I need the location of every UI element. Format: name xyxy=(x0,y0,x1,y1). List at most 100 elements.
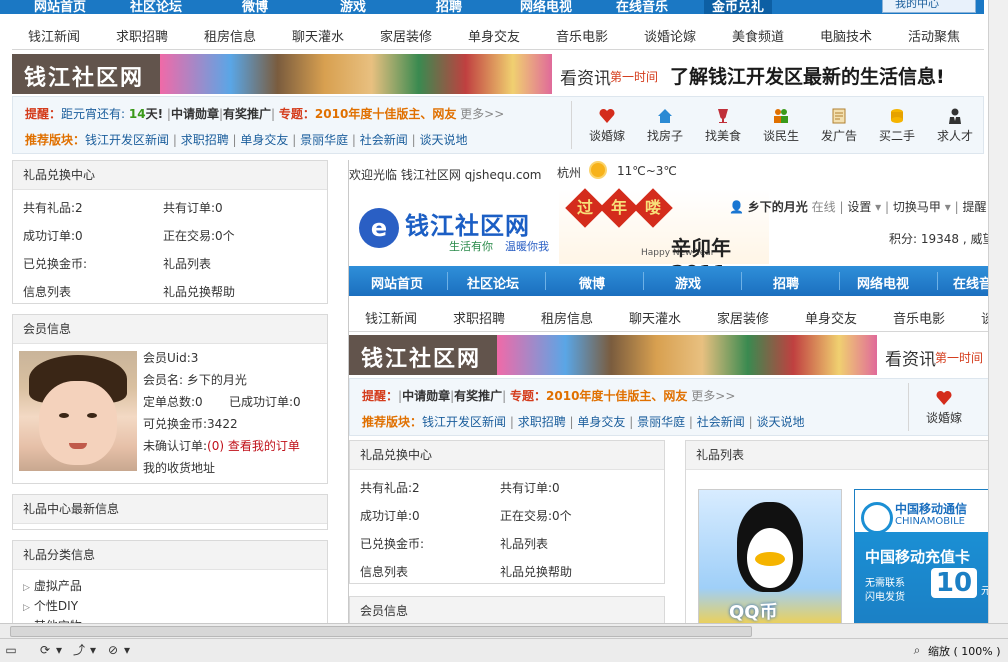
inner-subnav-movies[interactable]: 音乐电影 xyxy=(893,308,945,327)
subnav-jobs[interactable]: 求职招聘 xyxy=(116,26,168,45)
quick-food-label: 找美食 xyxy=(704,129,741,143)
nav-games[interactable]: 游戏 xyxy=(340,0,366,14)
nav-home[interactable]: 网站首页 xyxy=(34,0,86,14)
category-item[interactable]: ▷ 虚拟产品 xyxy=(23,577,82,594)
inner-rec-link[interactable]: 谈天说地 xyxy=(756,415,804,429)
subnav-rent[interactable]: 租房信息 xyxy=(204,26,256,45)
settings-link[interactable]: 设置 xyxy=(847,200,871,214)
inner-topic-link[interactable]: 2010年度十佳版主、网友 xyxy=(546,389,687,403)
inner-nav-home[interactable]: 网站首页 xyxy=(371,273,423,292)
inner-subnav-chat[interactable]: 聊天灌水 xyxy=(629,308,681,327)
inner-nav-games[interactable]: 游戏 xyxy=(675,273,701,292)
info-list-link[interactable]: 信息列表 xyxy=(23,283,71,300)
switch-account-link[interactable]: 切换马甲 xyxy=(893,200,941,214)
subnav-food[interactable]: 美食频道 xyxy=(732,26,784,45)
subnav-computer[interactable]: 电脑技术 xyxy=(820,26,872,45)
inner-nav-tv[interactable]: 网络电视 xyxy=(857,273,909,292)
subnav-marriage[interactable]: 谈婚论嫁 xyxy=(644,26,696,45)
inner-rec-link[interactable]: 钱江开发区新闻 xyxy=(422,415,506,429)
chevron-down-icon[interactable]: ▾ xyxy=(120,643,134,657)
gift-help-link[interactable]: 礼品兑换帮助 xyxy=(163,283,235,300)
nav-music[interactable]: 在线音乐 xyxy=(616,0,668,14)
site-logo-title[interactable]: 钱江社区网 xyxy=(405,206,530,241)
inner-banner-logo[interactable]: 钱江社区网 xyxy=(349,335,497,375)
rec-link-dating[interactable]: 单身交友 xyxy=(240,133,288,147)
rec-link-talk[interactable]: 谈天说地 xyxy=(419,133,467,147)
quick-secondhand[interactable]: 买二手 xyxy=(868,101,926,149)
reminder-link[interactable]: 提醒 xyxy=(962,200,986,214)
subnav-events[interactable]: 活动聚焦 xyxy=(908,26,960,45)
banner-logo[interactable]: 钱江社区网 xyxy=(12,54,160,94)
quick-ads[interactable]: 发广告 xyxy=(810,101,868,149)
inner-quick-marriage[interactable]: 谈婚嫁 xyxy=(915,383,973,431)
quick-talent[interactable]: 求人才 xyxy=(926,101,984,149)
refresh-icon[interactable]: ⟳ xyxy=(38,643,52,657)
inner-page-frame[interactable]: 欢迎光临 钱江社区网 qjshequ.com 杭州 11℃~3℃ e 钱江社区网… xyxy=(348,160,1008,623)
block-icon[interactable]: ⊘ xyxy=(106,643,120,657)
inner-info-list-link[interactable]: 信息列表 xyxy=(360,563,408,580)
gift-center-panel: 礼品兑换中心 共有礼品:2 共有订单:0 成功订单:0 正在交易:0个 已兑换金… xyxy=(12,160,328,304)
inner-rec-link[interactable]: 单身交友 xyxy=(577,415,625,429)
horizontal-scroll-thumb[interactable] xyxy=(10,626,752,637)
inner-subnav-jobs[interactable]: 求职招聘 xyxy=(453,308,505,327)
rec-link-news[interactable]: 钱江开发区新闻 xyxy=(85,133,169,147)
inner-subnav-news[interactable]: 钱江新闻 xyxy=(365,308,417,327)
inner-nav-jobs[interactable]: 招聘 xyxy=(773,273,799,292)
inner-nav-forum[interactable]: 社区论坛 xyxy=(467,273,519,292)
subnav-dating[interactable]: 单身交友 xyxy=(468,26,520,45)
my-center-dropdown[interactable]: 我的中心 xyxy=(882,0,976,13)
inner-subnav-dating[interactable]: 单身交友 xyxy=(805,308,857,327)
quick-marriage[interactable]: 谈婚嫁 xyxy=(578,101,636,149)
gift-list-link[interactable]: 礼品列表 xyxy=(163,255,211,272)
nav-tv[interactable]: 网络电视 xyxy=(520,0,572,14)
subnav-news[interactable]: 钱江新闻 xyxy=(28,26,80,45)
page-icon[interactable]: ▭ xyxy=(4,643,18,657)
inner-nav-weibo[interactable]: 微博 xyxy=(579,273,605,292)
nav-weibo[interactable]: 微博 xyxy=(242,0,268,14)
rec-link-society[interactable]: 社会新闻 xyxy=(360,133,408,147)
inner-promotion-link[interactable]: 有奖推广 xyxy=(454,389,502,403)
nav-forum[interactable]: 社区论坛 xyxy=(130,0,182,14)
zoom-level[interactable]: 缩放 ( 100% ) xyxy=(928,643,1001,659)
shipping-address-link[interactable]: 我的收货地址 xyxy=(143,459,215,476)
product-china-mobile-card[interactable]: 中国移动通信 CHINAMOBILE 中国移动充值卡 无需联系 闪电发货 10 … xyxy=(854,489,1002,623)
inner-rec-link[interactable]: 求职招聘 xyxy=(518,415,566,429)
zoom-icon[interactable]: ⌕ xyxy=(910,643,924,657)
vertical-scrollbar[interactable] xyxy=(988,0,1008,625)
user-name-link[interactable]: 乡下的月光 xyxy=(748,200,808,214)
share-icon[interactable]: ⤴ xyxy=(72,643,86,657)
quick-house[interactable]: 找房子 xyxy=(636,101,694,149)
subnav-chat[interactable]: 聊天灌水 xyxy=(292,26,344,45)
cm-note-1: 无需联系 xyxy=(865,578,905,589)
site-logo-icon[interactable]: e xyxy=(359,208,399,248)
inner-topic-label: 专题： xyxy=(510,389,547,403)
quick-food[interactable]: 找美食 xyxy=(694,101,752,149)
rec-link-jinglihuating[interactable]: 景丽华庭 xyxy=(300,133,348,147)
inner-rec-link[interactable]: 社会新闻 xyxy=(697,415,745,429)
promotion-link[interactable]: 有奖推广 xyxy=(223,107,271,121)
quick-livelihood[interactable]: 谈民生 xyxy=(752,101,810,149)
category-item[interactable]: ▷ 个性DIY xyxy=(23,597,78,614)
more-link[interactable]: 更多>> xyxy=(460,107,504,121)
subnav-home-decor[interactable]: 家居装修 xyxy=(380,26,432,45)
inner-more-link[interactable]: 更多>> xyxy=(691,389,735,403)
chevron-down-icon[interactable]: ▾ xyxy=(52,643,66,657)
horizontal-scrollbar[interactable] xyxy=(0,623,1008,638)
product-qq-coin[interactable]: QQ币 xyxy=(698,489,842,623)
tip-days: 14 xyxy=(128,107,146,121)
inner-gift-help-link[interactable]: 礼品兑换帮助 xyxy=(500,563,572,580)
inner-apply-medal-link[interactable]: 中请勋章 xyxy=(402,389,450,403)
inner-subnav-decor[interactable]: 家居装修 xyxy=(717,308,769,327)
china-mobile-logo-icon xyxy=(861,502,893,534)
apply-medal-link[interactable]: 中请勋章 xyxy=(171,107,219,121)
subnav-movies[interactable]: 音乐电影 xyxy=(556,26,608,45)
inner-rec-link[interactable]: 景丽华庭 xyxy=(637,415,685,429)
rec-link-jobs[interactable]: 求职招聘 xyxy=(181,133,229,147)
chevron-down-icon[interactable]: ▾ xyxy=(86,643,100,657)
nav-gold-gift[interactable]: 金币兑礼 xyxy=(704,0,773,14)
inner-subnav-rent[interactable]: 租房信息 xyxy=(541,308,593,327)
nav-jobs[interactable]: 招聘 xyxy=(436,0,462,14)
view-my-orders-link[interactable]: (0) 查看我的订单 xyxy=(207,439,300,453)
topic-link[interactable]: 2010年度十佳版主、网友 xyxy=(315,107,456,121)
inner-gift-list-link[interactable]: 礼品列表 xyxy=(500,535,548,552)
